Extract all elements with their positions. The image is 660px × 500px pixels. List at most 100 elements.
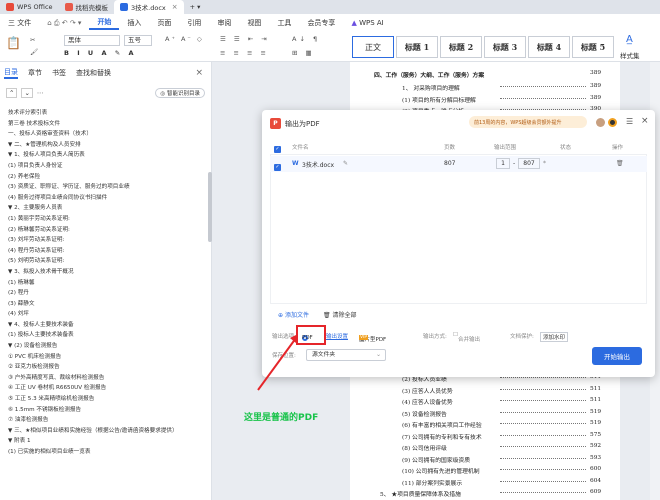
toc-item[interactable]: ▼ 4、投标人主要技术装备	[0, 320, 208, 331]
toc-item[interactable]: ▼ 附表 1	[0, 436, 208, 447]
doc-line-page: 593	[590, 454, 602, 461]
toc-item[interactable]: ① PVC 机床检测报告	[0, 352, 208, 363]
tab-document[interactable]: 3技术.docx ×	[114, 0, 184, 14]
toc-item[interactable]: (1) 杨琳馨	[0, 278, 208, 289]
toc-item[interactable]: (5) 刘明劳动关系证明:	[0, 256, 208, 267]
toc-item[interactable]: (2) 杨琳馨劳动关系证明:	[0, 225, 208, 236]
add-watermark-button[interactable]: 添加水印	[540, 332, 569, 342]
style-heading-3[interactable]: 标题 3	[484, 36, 526, 58]
tab-wps-office[interactable]: WPS Office	[0, 0, 59, 14]
menu-reference[interactable]: 引用	[179, 18, 209, 28]
font-extra-icons[interactable]: A⁺ A⁻ ◇	[165, 35, 204, 43]
toc-item[interactable]: 第三卷 技术投标文件	[0, 119, 208, 130]
close-dialog-icon[interactable]: ×	[641, 116, 649, 126]
menu-insert[interactable]: 插入	[119, 18, 149, 28]
border-icons[interactable]: ⊞ ▦	[292, 49, 315, 57]
menu-start[interactable]: 开始	[89, 17, 120, 30]
dialog-title: P 输出为PDF	[270, 118, 320, 129]
style-heading-4[interactable]: 标题 4	[528, 36, 570, 58]
more-icon[interactable]: ⋯	[37, 89, 44, 97]
delete-icon[interactable]: 🗑	[616, 160, 624, 167]
toc-item[interactable]: 一、投标人资格审查资料（技术）	[0, 129, 208, 140]
menu-review[interactable]: 审阅	[209, 18, 239, 28]
tab-bookmarks[interactable]: 书签	[52, 68, 66, 78]
close-pane-icon[interactable]: ×	[195, 68, 203, 78]
toc-item[interactable]: (2) 程丹	[0, 288, 208, 299]
output-method-label: 输出方式:	[423, 334, 447, 340]
toc-item[interactable]: ▼ 2、主要服务人员表	[0, 203, 208, 214]
toc-item[interactable]: (4) 刘坪	[0, 309, 208, 320]
style-normal[interactable]: 正文	[352, 36, 394, 58]
toc-item[interactable]: ▼ 三、★相似项目业绩和实施经验（根据公告/邀请函资格要求提供）	[0, 426, 208, 437]
pdf-icon: P	[270, 118, 281, 129]
toc-item[interactable]: (1) 投标人主要技术装备表	[0, 330, 208, 341]
toc-item[interactable]: (4) 程丹劳动关系证明:	[0, 246, 208, 257]
toc-item[interactable]: (2) 养老保险	[0, 172, 208, 183]
member-badge-icon[interactable]	[608, 118, 617, 127]
toc-item[interactable]: ③ 户外高精度写真、裁绘材料检测报告	[0, 373, 208, 384]
tab-find-replace[interactable]: 查找和替换	[76, 68, 111, 78]
format-painter-icon[interactable]: 🖌	[30, 48, 38, 56]
file-row[interactable]: ✓ W 3技术.docx ✎ 807 1 - 807 * 🗑	[270, 156, 647, 172]
sort-icons[interactable]: A↓ ¶	[292, 35, 320, 43]
tab-sections[interactable]: 章节	[28, 68, 42, 78]
menu-icon[interactable]: ☰	[626, 117, 633, 126]
toc-item[interactable]: ⑦ 油漆检测报告	[0, 415, 208, 426]
bold-italic-underline-icons[interactable]: B I U A ✎ A	[64, 49, 136, 57]
toc-item[interactable]: 技术评分索引表	[0, 108, 208, 119]
paste-icon[interactable]: 📋	[6, 36, 21, 50]
doc-line-text: (4) 应答人设备优势	[402, 400, 453, 406]
list-icons[interactable]: ☰ ☰ ⇤ ⇥	[220, 35, 270, 43]
toc-item[interactable]: ▼ 1、投标人项目负责人简历表	[0, 150, 208, 161]
merge-checkbox[interactable]: ☐ 合并输出	[453, 332, 480, 343]
collapse-icon[interactable]: ⌄	[21, 88, 33, 98]
style-set-icon[interactable]: A̲	[626, 34, 633, 45]
style-heading-1[interactable]: 标题 1	[396, 36, 438, 58]
avatar[interactable]	[596, 118, 605, 127]
style-set-button[interactable]: 样式集	[620, 50, 640, 60]
toc-item[interactable]: ▼ 3、拟投入技术骨干概况	[0, 267, 208, 278]
toc-item[interactable]: (4) 服务过得项目业绩合同协议书扫描件	[0, 193, 208, 204]
save-dir-select[interactable]: 源文件夹 ⌄	[306, 349, 386, 361]
toc-item[interactable]: ⑤ 工正 5.3 米高精喷绘机检测报告	[0, 394, 208, 405]
tab-toc[interactable]: 目录	[4, 67, 18, 79]
menu-file[interactable]: 三 文件	[0, 18, 39, 28]
start-export-button[interactable]: 开始输出	[592, 347, 642, 365]
smart-toc-button[interactable]: ◎ 智能识别目录	[155, 88, 205, 98]
font-size-select[interactable]: 五号	[124, 35, 152, 46]
menu-member[interactable]: 会员专享	[299, 18, 343, 28]
add-file-button[interactable]: ⊕ 添加文件	[278, 310, 309, 319]
toc-item[interactable]: (3) 刘坪劳动关系证明:	[0, 235, 208, 246]
cut-icon[interactable]: ✂	[30, 36, 35, 44]
toc-item[interactable]: (1) 黄丽宇劳动关系证明:	[0, 214, 208, 225]
toc-item[interactable]: ② 亚克力板检测报告	[0, 362, 208, 373]
toc-item[interactable]: ▼ 二、★管理机构及人员安排	[0, 140, 208, 151]
nav-scrollbar[interactable]	[208, 172, 212, 242]
menu-view[interactable]: 视图	[239, 18, 269, 28]
toc-item[interactable]: (1) 项目负责人身份证	[0, 161, 208, 172]
output-settings-link[interactable]: 输出设置	[326, 332, 348, 340]
toc-item[interactable]: ▼ (2) 设备检测报告	[0, 341, 208, 352]
toc-item[interactable]: ④ 工正 UV 卷材机 R6650UV 检测报告	[0, 383, 208, 394]
toc-item[interactable]: (1) 已实施的相似项目业绩一览表	[0, 447, 208, 458]
menu-page[interactable]: 页面	[149, 18, 179, 28]
close-tab-icon[interactable]: ×	[172, 3, 178, 11]
menu-tools[interactable]: 工具	[269, 18, 299, 28]
range-to-input[interactable]: 807	[518, 158, 540, 169]
col-status: 状态	[560, 145, 572, 151]
toc-item[interactable]: ⑥ 1.5mm 不锈钢板检测报告	[0, 405, 208, 416]
tab-docer[interactable]: 找稻壳模板	[59, 0, 115, 14]
style-heading-5[interactable]: 标题 5	[572, 36, 614, 58]
toc-item[interactable]: (3) 薛静文	[0, 299, 208, 310]
rename-icon[interactable]: ✎	[343, 160, 348, 167]
member-promo-banner[interactable]: 前13周的内容，WPS超级会员额外提升	[469, 116, 587, 128]
align-icons[interactable]: ≡ ≡ ≡ ≡	[220, 49, 269, 57]
menu-wps-ai[interactable]: ▲ WPS AI	[343, 19, 391, 27]
clear-all-button[interactable]: 🗑 清除全部	[323, 310, 357, 319]
range-from-input[interactable]: 1	[496, 158, 510, 169]
font-name-select[interactable]: 黑体	[64, 35, 120, 46]
style-heading-2[interactable]: 标题 2	[440, 36, 482, 58]
toc-item[interactable]: (3) 资质证、职称证、学历证、服务过的项目业绩	[0, 182, 208, 193]
expand-icon[interactable]: ⌃	[6, 88, 18, 98]
new-tab-button[interactable]: + ▾	[184, 0, 207, 14]
